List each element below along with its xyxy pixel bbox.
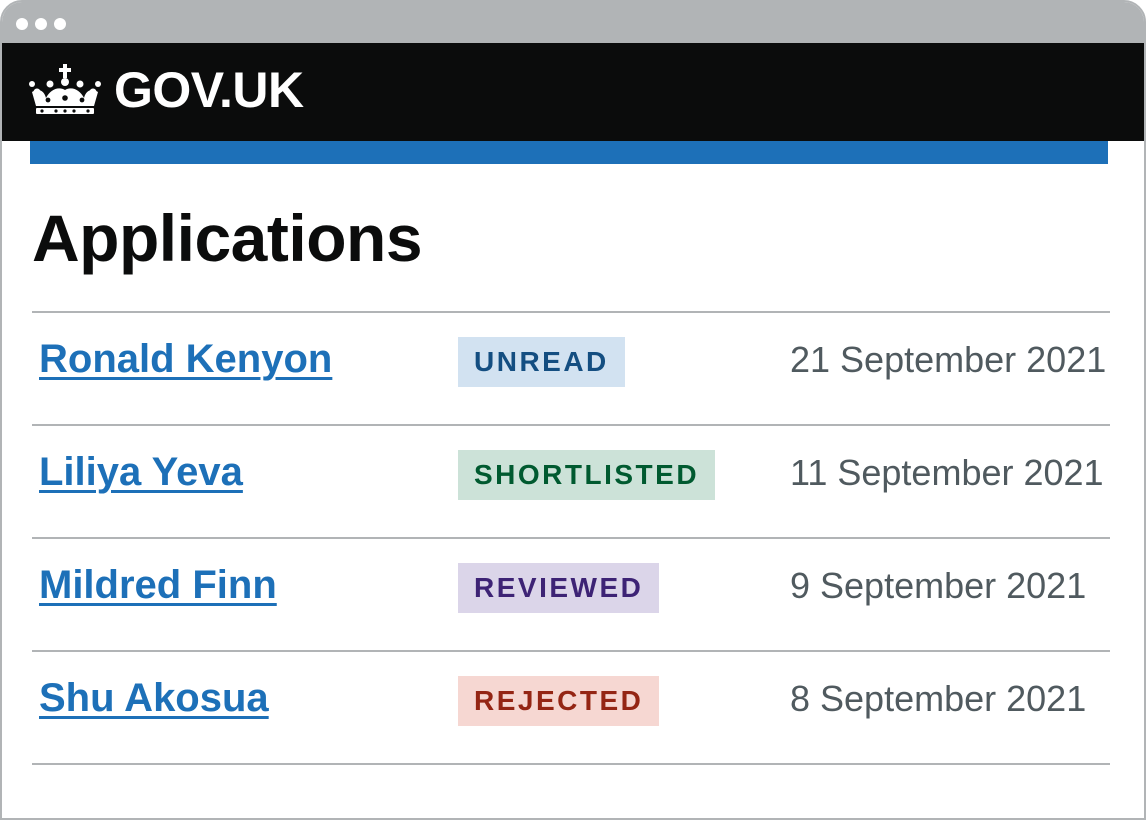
govuk-header: GOV.UK [2,43,1144,141]
table-row: Liliya Yeva SHORTLISTED 11 September 202… [32,426,1110,539]
window-titlebar [2,2,1144,43]
page-title: Applications [32,201,423,275]
window-control-dot[interactable] [35,18,47,30]
status-tag: UNREAD [458,337,625,387]
applicant-name-link[interactable]: Liliya Yeva [39,450,243,495]
govuk-home-link[interactable]: GOV.UK [28,59,304,121]
window-control-dot[interactable] [54,18,66,30]
application-date: 9 September 2021 [790,565,1087,606]
status-tag: REVIEWED [458,563,660,613]
status-tag: REJECTED [458,676,660,726]
header-accent-bar [30,141,1108,164]
table-row: Ronald Kenyon UNREAD 21 September 2021 [32,313,1110,426]
applicant-name-link[interactable]: Mildred Finn [39,563,277,608]
status-tag: SHORTLISTED [458,450,716,500]
application-date: 11 September 2021 [790,452,1104,493]
applications-table: Ronald Kenyon UNREAD 21 September 2021 L… [32,311,1110,765]
applicant-name-link[interactable]: Ronald Kenyon [39,337,332,382]
table-row: Shu Akosua REJECTED 8 September 2021 [32,652,1110,765]
table-row: Mildred Finn REVIEWED 9 September 2021 [32,539,1110,652]
brand-name: GOV.UK [114,62,304,118]
application-date: 21 September 2021 [790,339,1107,380]
browser-window: GOV.UK Applications Ronald Kenyon UNREAD… [0,0,1146,820]
application-date: 8 September 2021 [790,678,1087,719]
window-control-dot[interactable] [16,18,28,30]
applicant-name-link[interactable]: Shu Akosua [39,676,269,721]
crown-icon [29,64,101,114]
